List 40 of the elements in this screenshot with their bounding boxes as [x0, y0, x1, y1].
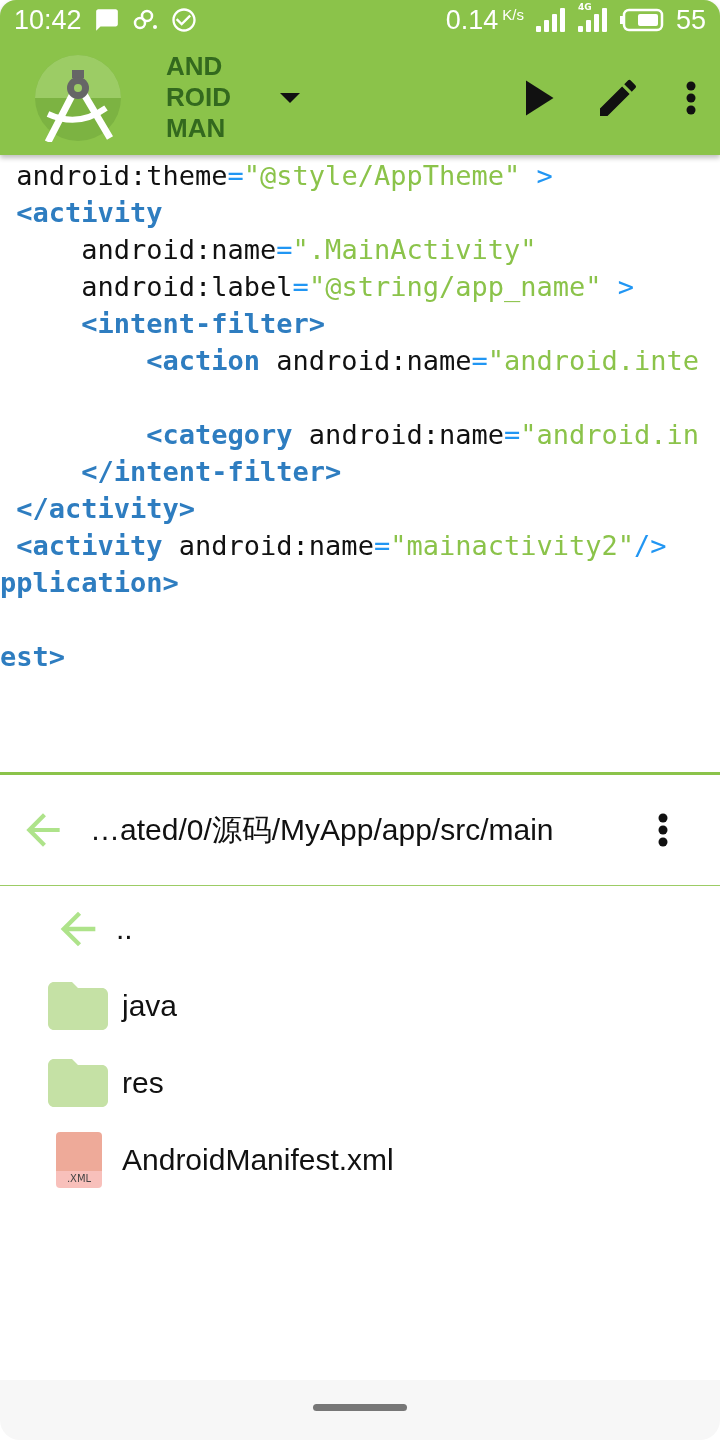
signal-icon [577, 8, 608, 32]
network-speed: 0.14 [445, 4, 499, 36]
code-line: <category android:name="android.in [145, 418, 700, 452]
more-button[interactable] [658, 813, 668, 847]
status-time: 10:42 [14, 4, 82, 36]
cloud-link-icon [131, 9, 158, 31]
code-line: </intent-filter> [80, 455, 343, 489]
file-name: res [122, 1065, 164, 1100]
file-name: java [122, 988, 178, 1023]
compass-logo-icon [34, 53, 122, 142]
code-line: <action android:name="android.inte [145, 344, 700, 378]
speed-unit: K/s [502, 6, 524, 23]
caret-icon [280, 92, 300, 103]
folder-path: …ated/0/源码/MyApp/app/src/main [90, 811, 555, 848]
file-list-item[interactable]: .XML AndroidManifest.xml [0, 1121, 720, 1198]
code-line: <intent-filter> [80, 307, 327, 341]
network-type: 4G [577, 2, 592, 12]
file-list-item[interactable]: .. [0, 890, 720, 967]
more-icon [686, 80, 696, 115]
file-list-item[interactable]: res [0, 1044, 720, 1121]
file-name: .. [116, 911, 133, 946]
chat-bubble-icon [93, 7, 120, 33]
code-line: android:theme="@style/AppTheme" > [15, 159, 554, 193]
signal-icon [535, 8, 566, 32]
code-line: pplication> [0, 566, 180, 600]
battery-level: 55 [675, 4, 706, 36]
battery-icon [619, 8, 664, 32]
file-name: AndroidManifest.xml [122, 1142, 394, 1177]
file-list-item[interactable]: java [0, 967, 720, 1044]
file-type-label: .XML [66, 1172, 92, 1184]
more-icon [658, 813, 668, 847]
code-line: <activity android:name="mainactivity2"/> [15, 529, 668, 563]
code-line: android:name=".MainActivity" [80, 233, 538, 267]
code-line: <activity [15, 196, 164, 230]
code-line: </activity> [15, 492, 197, 526]
code-line: est> [0, 640, 67, 674]
file-title: AND ROID MAN [166, 51, 232, 144]
code-line: android:label="@string/app_name" > [80, 270, 635, 304]
dropdown-button[interactable] [280, 92, 300, 103]
more-button[interactable] [686, 80, 696, 115]
